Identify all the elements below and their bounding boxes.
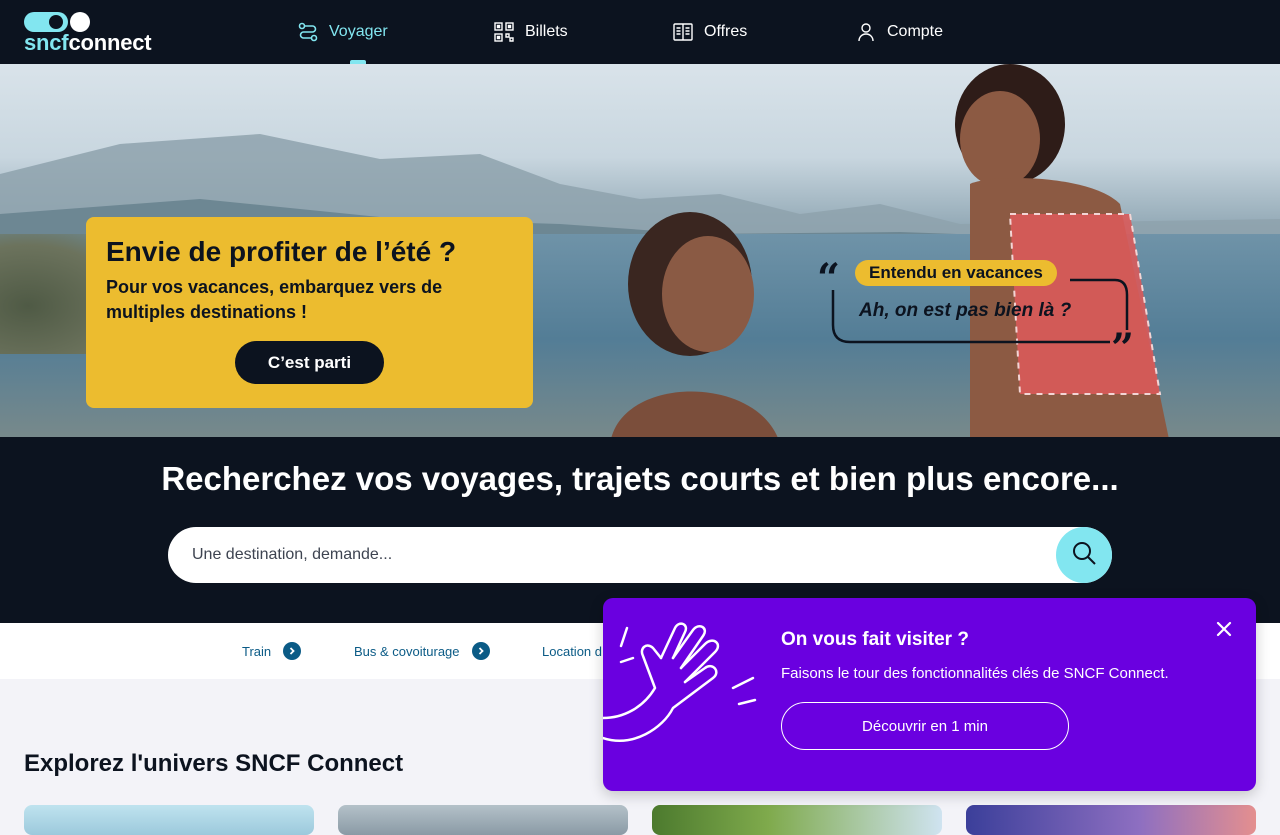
user-icon [855,21,877,43]
search-icon [1071,540,1097,571]
svg-text:”: ” [1111,325,1134,360]
woman-swimsuit-illustration [955,64,1169,437]
tour-text: Faisons le tour des fonctionnalités clés… [781,665,1169,682]
tour-popup: On vous fait visiter ? Faisons le tour d… [603,598,1256,791]
explore-card[interactable] [24,805,314,835]
nav-label-compte: Compte [887,23,944,40]
search-input[interactable] [192,527,1032,583]
explore-card[interactable] [652,805,942,835]
tour-start-button[interactable]: Découvrir en 1 min [781,702,1069,750]
nav-item-billets[interactable]: Billets [493,0,568,64]
logo-wordmark: sncfconnect [24,30,152,56]
woman-laughing-illustration [611,212,778,437]
logo-part-sncf: sncf [24,30,69,55]
quote-tag: Entendu en vacances [855,260,1057,286]
quote-text: Ah, on est pas bien là ? [859,300,1072,321]
hero-banner: Envie de profiter de l’été ? Pour vos va… [0,64,1280,437]
tour-title: On vous fait visiter ? [781,629,969,650]
section-title: Explorez l'univers SNCF Connect [24,750,404,777]
quote-bubble: “ ” Entendu en vacances Ah, on est pas b… [815,260,1145,360]
explore-card[interactable] [338,805,628,835]
nav-label-offres: Offres [704,23,748,40]
logo-dot-shape [70,12,90,32]
logo-toggle-shape [24,12,68,32]
search-heading: Recherchez vos voyages, trajets courts e… [161,460,1119,497]
top-header: sncfconnect Voyager Billets Offres Compt… [0,0,1280,64]
nav-label-voyager: Voyager [329,23,388,40]
close-button[interactable] [1211,618,1237,644]
waving-hand-icon [603,618,763,758]
nav-item-offres[interactable]: Offres [672,0,747,64]
close-icon [1216,621,1232,642]
logo-part-connect: connect [68,30,152,55]
nav-item-compte[interactable]: Compte [855,0,943,64]
svg-text:“: “ [817,260,840,302]
category-label-train: Train [242,643,272,659]
route-icon [297,21,319,43]
category-label-bus: Bus & covoiturage [354,643,460,659]
chevron-right-icon [471,642,490,660]
category-label-location: Location d [542,643,602,659]
category-link-train[interactable]: Train [242,623,302,679]
open-book-icon [672,21,694,43]
qr-code-icon [493,21,515,43]
category-link-bus[interactable]: Bus & covoiturage [354,623,490,679]
search-bar [168,527,1112,583]
search-button[interactable] [1056,527,1112,583]
chevron-right-icon [283,642,302,660]
category-link-location[interactable]: Location d [542,623,602,679]
promo-title: Envie de profiter de l’été ? [106,236,457,267]
promo-card: Envie de profiter de l’été ? Pour vos va… [86,217,533,408]
promo-text: Pour vos vacances, embarquez vers de mul… [106,277,443,322]
promo-cta-button[interactable]: C’est parti [235,341,384,384]
sncf-connect-logo[interactable]: sncfconnect [24,10,164,56]
explore-card[interactable] [966,805,1256,835]
nav-item-voyager[interactable]: Voyager [297,0,388,64]
nav-label-billets: Billets [525,23,568,40]
